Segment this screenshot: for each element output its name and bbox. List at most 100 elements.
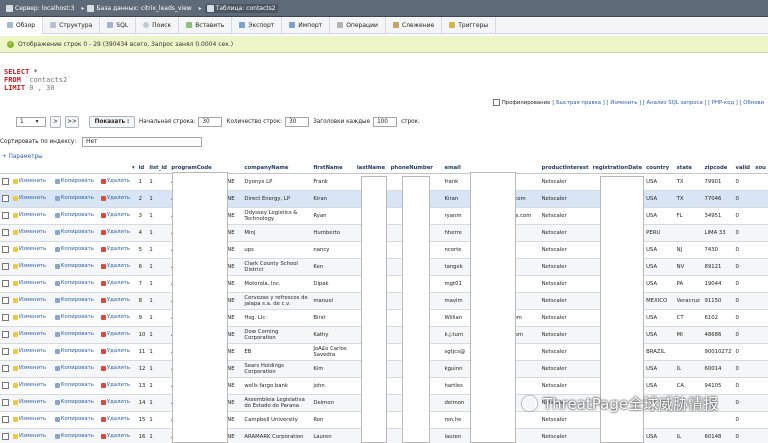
delete-link[interactable]: Удалить [98, 275, 137, 293]
copy-link[interactable]: Копировать [52, 326, 99, 344]
column-last-name[interactable]: lastName [354, 162, 389, 174]
column-registration-date[interactable]: registrationDate [590, 162, 645, 174]
copy-link[interactable]: Копировать [52, 224, 99, 242]
delete-link[interactable]: Удалить [98, 326, 137, 344]
next-page-button[interactable]: > [50, 116, 61, 128]
edit-link[interactable]: Изменить [11, 258, 53, 276]
column-list-id[interactable]: list_id [147, 162, 170, 174]
column-phone-number[interactable]: phoneNumber [388, 162, 443, 174]
copy-link[interactable]: Копировать [52, 309, 99, 327]
delete-link[interactable]: Удалить [98, 207, 137, 225]
edit-link[interactable]: Изменить [11, 377, 53, 395]
edit-link[interactable]: Изменить [11, 207, 53, 225]
delete-link[interactable]: Удалить [98, 394, 137, 412]
page-select[interactable]: 1 ▾ [16, 117, 46, 127]
row-checkbox[interactable] [0, 190, 11, 208]
copy-link[interactable]: Копировать [52, 241, 99, 259]
delete-link[interactable]: Удалить [98, 292, 137, 310]
column-zipcode[interactable]: zipcode [702, 162, 734, 174]
row-checkbox[interactable] [0, 428, 11, 443]
show-button[interactable]: Показать : [89, 116, 135, 128]
column-source[interactable]: sou [753, 162, 768, 174]
row-checkbox[interactable] [0, 173, 11, 191]
parameters-toggle[interactable]: + Параметры [2, 154, 43, 160]
sql-action-links[interactable]: [ Быстрая правка ] [ Изменить ] [ Анализ… [552, 100, 764, 106]
edit-link[interactable]: Изменить [11, 173, 53, 191]
column-company-name[interactable]: companyName [242, 162, 312, 174]
tab-search[interactable]: Поиск [136, 16, 180, 34]
copy-link[interactable]: Копировать [52, 258, 99, 276]
delete-link[interactable]: Удалить [98, 360, 137, 378]
tab-operations[interactable]: Операции [330, 16, 386, 34]
copy-link[interactable]: Копировать [52, 343, 99, 361]
delete-link[interactable]: Удалить [98, 241, 137, 259]
edit-link[interactable]: Изменить [11, 241, 53, 259]
row-checkbox[interactable] [0, 377, 11, 395]
edit-link[interactable]: Изменить [11, 275, 53, 293]
row-checkbox[interactable] [0, 292, 11, 310]
delete-link[interactable]: Удалить [98, 309, 137, 327]
breadcrumb-server[interactable]: Сервер: localhost:3 [6, 4, 74, 12]
row-checkbox[interactable] [0, 309, 11, 327]
column-menu-icon[interactable]: ▾ [132, 165, 135, 171]
row-checkbox[interactable] [0, 258, 11, 276]
tab-triggers[interactable]: Триггеры [442, 16, 497, 34]
delete-link[interactable]: Удалить [98, 173, 137, 191]
delete-link[interactable]: Удалить [98, 377, 137, 395]
row-checkbox[interactable] [0, 394, 11, 412]
delete-link[interactable]: Удалить [98, 224, 137, 242]
column-state[interactable]: state [674, 162, 703, 174]
row-count-input[interactable]: 30 [285, 117, 310, 127]
profiling-label[interactable]: Профилирование [502, 100, 551, 106]
copy-link[interactable]: Копировать [52, 275, 99, 293]
column-country[interactable]: country [644, 162, 675, 174]
tab-browse[interactable]: Обзор [0, 16, 44, 34]
edit-link[interactable]: Изменить [11, 360, 53, 378]
row-checkbox[interactable] [0, 241, 11, 259]
column-id[interactable]: id [136, 162, 148, 174]
delete-link[interactable]: Удалить [98, 343, 137, 361]
copy-link[interactable]: Копировать [52, 207, 99, 225]
tab-structure[interactable]: Структура [43, 16, 101, 34]
row-checkbox[interactable] [0, 343, 11, 361]
edit-link[interactable]: Изменить [11, 309, 53, 327]
edit-link[interactable]: Изменить [11, 343, 53, 361]
row-checkbox[interactable] [0, 207, 11, 225]
tab-sql[interactable]: SQL [100, 16, 137, 34]
copy-link[interactable]: Копировать [52, 394, 99, 412]
copy-link[interactable]: Копировать [52, 428, 99, 443]
column-product-interest[interactable]: productInterest [539, 162, 591, 174]
edit-link[interactable]: Изменить [11, 292, 53, 310]
edit-link[interactable]: Изменить [11, 428, 53, 443]
row-checkbox[interactable] [0, 326, 11, 344]
tab-export[interactable]: Экспорт [232, 16, 283, 34]
copy-link[interactable]: Копировать [52, 360, 99, 378]
row-checkbox[interactable] [0, 224, 11, 242]
copy-link[interactable]: Копировать [52, 173, 99, 191]
tab-insert[interactable]: Вставить [179, 16, 233, 34]
last-page-button[interactable]: >> [65, 116, 79, 128]
copy-link[interactable]: Копировать [52, 292, 99, 310]
edit-link[interactable]: Изменить [11, 326, 53, 344]
profiling-checkbox[interactable] [492, 99, 500, 106]
edit-link[interactable]: Изменить [11, 411, 53, 429]
row-checkbox[interactable] [0, 360, 11, 378]
tab-import[interactable]: Импорт [282, 16, 331, 34]
start-row-input[interactable]: 30 [198, 117, 223, 127]
copy-link[interactable]: Копировать [52, 377, 99, 395]
edit-link[interactable]: Изменить [11, 224, 53, 242]
delete-link[interactable]: Удалить [98, 411, 137, 429]
tab-tracking[interactable]: Слежение [386, 16, 443, 34]
column-first-name[interactable]: firstName [311, 162, 355, 174]
copy-link[interactable]: Копировать [52, 190, 99, 208]
edit-link[interactable]: Изменить [11, 190, 53, 208]
headers-every-input[interactable]: 100 [373, 117, 398, 127]
row-checkbox[interactable] [0, 411, 11, 429]
column-valid[interactable]: valid [733, 162, 754, 174]
delete-link[interactable]: Удалить [98, 258, 137, 276]
row-checkbox[interactable] [0, 275, 11, 293]
copy-link[interactable]: Копировать [52, 411, 99, 429]
edit-link[interactable]: Изменить [11, 394, 53, 412]
sort-select[interactable]: Нет [82, 137, 203, 147]
breadcrumb-database[interactable]: База данных: citrix_leads_view [87, 4, 192, 12]
